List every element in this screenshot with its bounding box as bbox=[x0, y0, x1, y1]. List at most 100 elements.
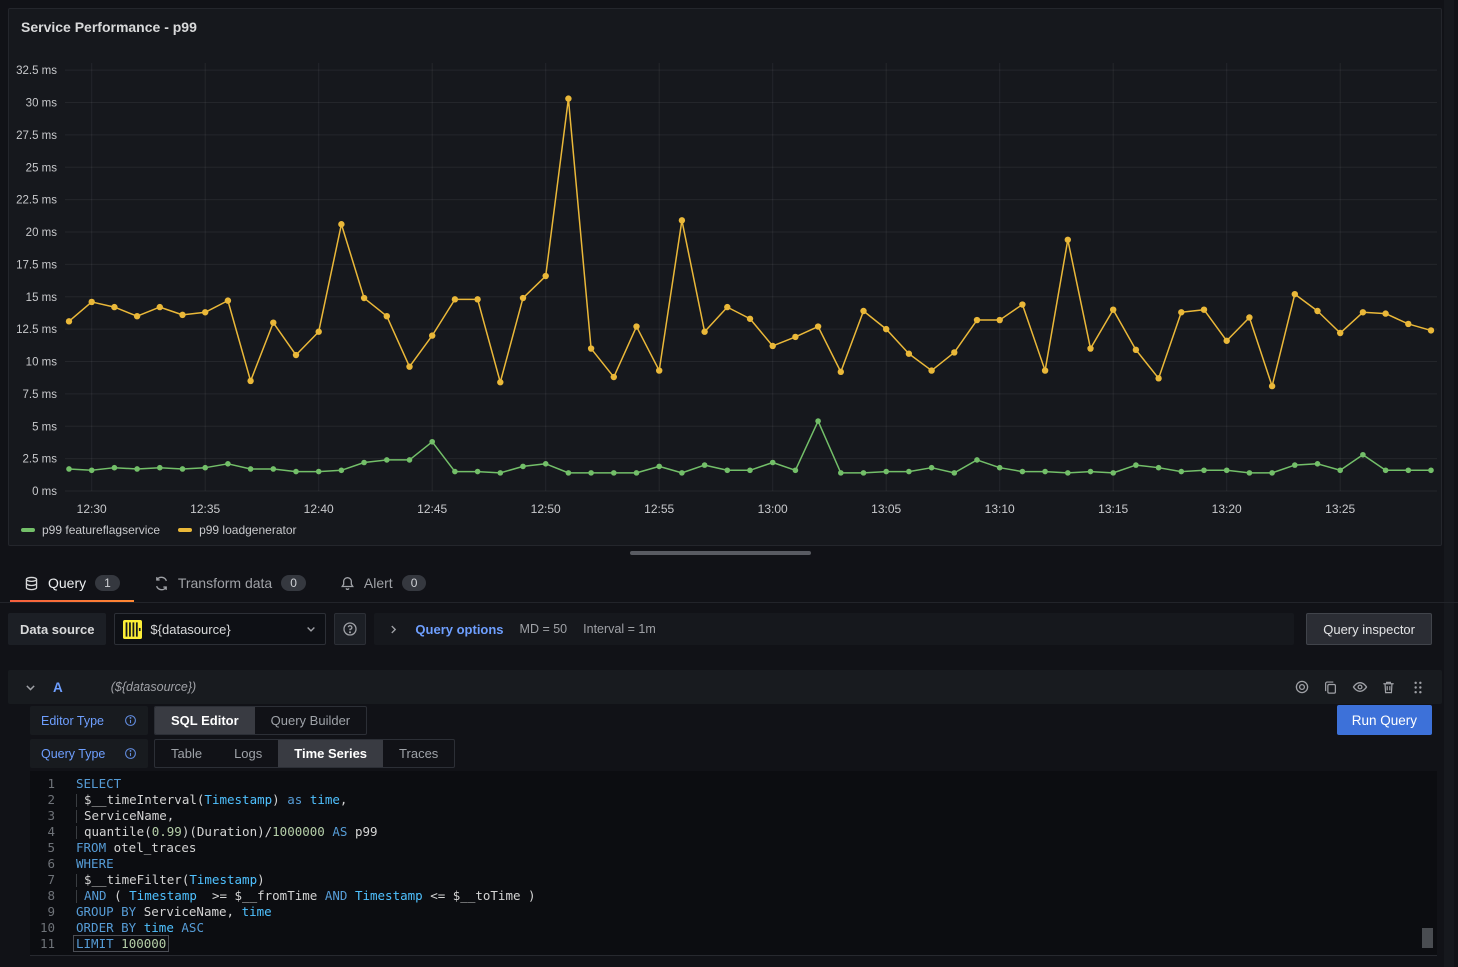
collapse-chevron-icon[interactable] bbox=[24, 681, 37, 694]
svg-text:0 ms: 0 ms bbox=[32, 486, 57, 498]
svg-text:25 ms: 25 ms bbox=[26, 162, 58, 174]
indent-guide bbox=[76, 874, 84, 887]
indent-guide bbox=[76, 890, 84, 903]
option-table[interactable]: Table bbox=[155, 740, 218, 767]
current-line-highlight: LIMIT 100000 bbox=[73, 935, 169, 952]
tab-query[interactable]: Query 1 bbox=[10, 564, 134, 602]
time-series-chart[interactable]: 0 ms2.5 ms5 ms7.5 ms10 ms12.5 ms15 ms17.… bbox=[9, 49, 1441, 519]
editor-tab-bar: Query 1 Transform data 0 Alert 0 bbox=[10, 564, 440, 602]
legend-item[interactable]: p99 featureflagservice bbox=[21, 523, 160, 537]
editor-scrollbar-thumb[interactable] bbox=[1422, 928, 1433, 948]
svg-text:13:05: 13:05 bbox=[871, 502, 901, 516]
legend-series-label: p99 loadgenerator bbox=[199, 523, 296, 537]
line-number: 2 bbox=[30, 792, 76, 808]
line-number: 4 bbox=[30, 824, 76, 840]
run-query-button[interactable]: Run Query bbox=[1337, 705, 1432, 735]
svg-text:5 ms: 5 ms bbox=[32, 421, 57, 433]
sql-line-code: GROUP BY ServiceName, time bbox=[76, 904, 272, 920]
option-logs[interactable]: Logs bbox=[218, 740, 278, 767]
sql-line: 8AND ( Timestamp >= $__fromTime AND Time… bbox=[30, 888, 1437, 904]
indent-guide bbox=[76, 826, 84, 839]
sql-line: 4quantile(0.99)(Duration)/1000000 AS p99 bbox=[30, 824, 1437, 840]
page-scrollbar-track[interactable] bbox=[1444, 0, 1454, 967]
trash-icon[interactable] bbox=[1380, 679, 1397, 696]
datasource-picker[interactable]: ${datasource} bbox=[114, 613, 326, 645]
info-circle-icon[interactable] bbox=[124, 714, 137, 727]
sql-line: 7$__timeFilter(Timestamp) bbox=[30, 872, 1437, 888]
horizontal-scrollbar-thumb[interactable] bbox=[630, 551, 811, 555]
legend-series-color bbox=[178, 528, 192, 532]
svg-text:13:15: 13:15 bbox=[1098, 502, 1128, 516]
svg-text:13:10: 13:10 bbox=[985, 502, 1015, 516]
clickhouse-icon bbox=[123, 620, 142, 639]
query-type-label: Query Type bbox=[41, 747, 105, 761]
editor-type-chip: Editor Type bbox=[30, 706, 148, 735]
tab-badge: 0 bbox=[402, 575, 427, 591]
panel-title[interactable]: Service Performance - p99 bbox=[21, 19, 197, 35]
sql-editor[interactable]: 1SELECT2$__timeInterval(Timestamp) as ti… bbox=[30, 771, 1437, 956]
query-ref-id[interactable]: A bbox=[53, 680, 63, 695]
bell-icon bbox=[340, 576, 355, 591]
query-type-toggle: TableLogsTime SeriesTraces bbox=[154, 739, 455, 768]
svg-text:13:25: 13:25 bbox=[1325, 502, 1355, 516]
sql-line: 10ORDER BY time ASC bbox=[30, 920, 1437, 936]
sql-line-code: SELECT bbox=[76, 776, 121, 792]
option-sql-editor[interactable]: SQL Editor bbox=[155, 707, 255, 734]
sql-line-code: $__timeInterval(Timestamp) as time, bbox=[76, 792, 347, 808]
svg-text:20 ms: 20 ms bbox=[26, 227, 58, 239]
option-time-series[interactable]: Time Series bbox=[278, 740, 383, 767]
legend-series-label: p99 featureflagservice bbox=[42, 523, 160, 537]
line-number: 8 bbox=[30, 888, 76, 904]
indent-guide bbox=[76, 794, 84, 807]
sql-line: 11LIMIT 100000 bbox=[30, 936, 1437, 952]
svg-text:17.5 ms: 17.5 ms bbox=[16, 259, 57, 271]
chart-legend: p99 featureflagservice p99 loadgenerator bbox=[21, 523, 297, 537]
line-number: 1 bbox=[30, 776, 76, 792]
editor-type-toggle: SQL EditorQuery Builder bbox=[154, 706, 367, 735]
svg-text:12:50: 12:50 bbox=[531, 502, 561, 516]
tab-label: Alert bbox=[364, 575, 393, 591]
query-row-header: A (${datasource}) bbox=[8, 670, 1442, 704]
eye-icon[interactable] bbox=[1351, 679, 1368, 696]
info-circle-icon[interactable] bbox=[124, 747, 137, 760]
query-options-bar[interactable]: Query options MD = 50 Interval = 1m bbox=[374, 613, 1294, 645]
svg-text:13:20: 13:20 bbox=[1212, 502, 1242, 516]
svg-text:15 ms: 15 ms bbox=[26, 292, 58, 304]
record-icon[interactable] bbox=[1293, 679, 1310, 696]
grafana-dashboard: Service Performance - p99 0 ms 2.5 ms 5 ms… bbox=[0, 0, 1458, 967]
copy-icon[interactable] bbox=[1322, 679, 1339, 696]
indent-guide bbox=[76, 810, 84, 823]
datasource-help-button[interactable] bbox=[334, 613, 366, 645]
database-icon bbox=[24, 576, 39, 591]
line-number: 11 bbox=[30, 936, 76, 952]
tab-transform-data[interactable]: Transform data 0 bbox=[140, 564, 320, 602]
query-options-link[interactable]: Query options bbox=[415, 622, 503, 637]
sql-line: 9GROUP BY ServiceName, time bbox=[30, 904, 1437, 920]
line-number: 9 bbox=[30, 904, 76, 920]
sql-line-code: FROM otel_traces bbox=[76, 840, 196, 856]
option-traces[interactable]: Traces bbox=[383, 740, 454, 767]
sql-line-code: WHERE bbox=[76, 856, 114, 872]
svg-text:2.5 ms: 2.5 ms bbox=[22, 454, 57, 466]
svg-text:10 ms: 10 ms bbox=[26, 357, 58, 369]
svg-text:12:40: 12:40 bbox=[304, 502, 334, 516]
svg-text:32.5 ms: 32.5 ms bbox=[16, 65, 57, 77]
svg-text:12:30: 12:30 bbox=[77, 502, 107, 516]
option-query-builder[interactable]: Query Builder bbox=[255, 707, 366, 734]
line-number: 7 bbox=[30, 872, 76, 888]
query-inspector-button[interactable]: Query inspector bbox=[1306, 613, 1432, 645]
svg-text:27.5 ms: 27.5 ms bbox=[16, 130, 57, 142]
line-number: 6 bbox=[30, 856, 76, 872]
query-datasource-hint: (${datasource}) bbox=[111, 680, 196, 694]
sql-line: 5FROM otel_traces bbox=[30, 840, 1437, 856]
sql-line-code: AND ( Timestamp >= $__fromTime AND Times… bbox=[76, 888, 536, 904]
sql-line: 1SELECT bbox=[30, 776, 1437, 792]
tab-alert[interactable]: Alert 0 bbox=[326, 564, 440, 602]
max-data-points-stat: MD = 50 bbox=[520, 622, 568, 636]
tab-badge: 0 bbox=[281, 575, 306, 591]
legend-item[interactable]: p99 loadgenerator bbox=[178, 523, 296, 537]
line-number: 5 bbox=[30, 840, 76, 856]
legend-series-color bbox=[21, 528, 35, 532]
drag-handle-icon[interactable] bbox=[1409, 679, 1426, 696]
query-row-actions bbox=[1293, 679, 1426, 696]
